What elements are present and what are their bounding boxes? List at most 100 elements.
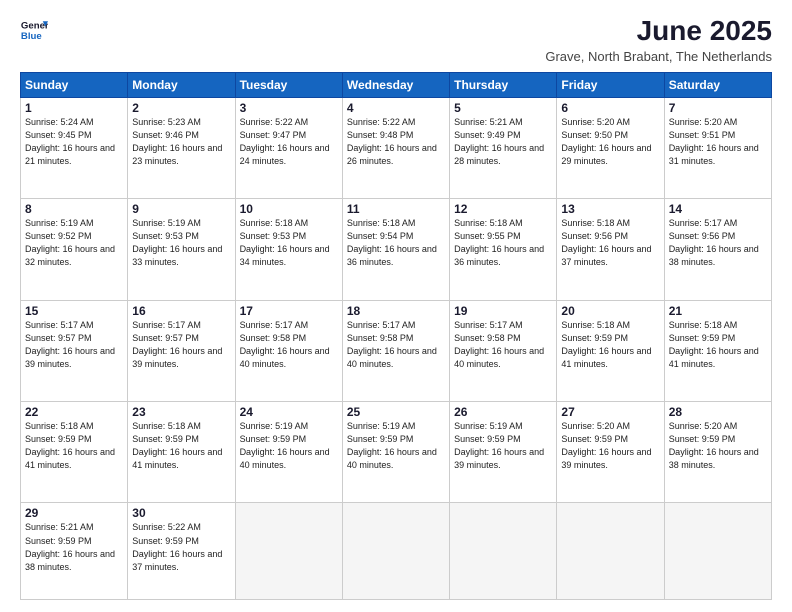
day-number: 25	[347, 405, 445, 419]
day-number: 11	[347, 202, 445, 216]
day-header: Thursday	[450, 72, 557, 97]
day-number: 24	[240, 405, 338, 419]
calendar-day-cell	[342, 503, 449, 600]
calendar-week-row: 29Sunrise: 5:21 AMSunset: 9:59 PMDayligh…	[21, 503, 772, 600]
day-header: Friday	[557, 72, 664, 97]
svg-text:Blue: Blue	[21, 31, 42, 42]
day-number: 1	[25, 101, 123, 115]
calendar-day-cell: 14Sunrise: 5:17 AMSunset: 9:56 PMDayligh…	[664, 199, 771, 300]
day-header: Sunday	[21, 72, 128, 97]
day-info: Sunrise: 5:20 AMSunset: 9:59 PMDaylight:…	[669, 420, 767, 472]
calendar-day-cell: 21Sunrise: 5:18 AMSunset: 9:59 PMDayligh…	[664, 300, 771, 401]
day-number: 4	[347, 101, 445, 115]
day-header: Wednesday	[342, 72, 449, 97]
calendar-day-cell: 1Sunrise: 5:24 AMSunset: 9:45 PMDaylight…	[21, 97, 128, 198]
day-number: 3	[240, 101, 338, 115]
day-info: Sunrise: 5:18 AMSunset: 9:59 PMDaylight:…	[25, 420, 123, 472]
calendar-day-cell: 12Sunrise: 5:18 AMSunset: 9:55 PMDayligh…	[450, 199, 557, 300]
calendar-day-cell: 20Sunrise: 5:18 AMSunset: 9:59 PMDayligh…	[557, 300, 664, 401]
day-number: 21	[669, 304, 767, 318]
day-info: Sunrise: 5:23 AMSunset: 9:46 PMDaylight:…	[132, 116, 230, 168]
day-number: 8	[25, 202, 123, 216]
calendar-day-cell	[557, 503, 664, 600]
day-number: 10	[240, 202, 338, 216]
day-info: Sunrise: 5:19 AMSunset: 9:52 PMDaylight:…	[25, 217, 123, 269]
calendar-day-cell: 22Sunrise: 5:18 AMSunset: 9:59 PMDayligh…	[21, 402, 128, 503]
title-block: June 2025 Grave, North Brabant, The Neth…	[545, 16, 772, 64]
day-number: 23	[132, 405, 230, 419]
day-info: Sunrise: 5:18 AMSunset: 9:59 PMDaylight:…	[132, 420, 230, 472]
calendar-day-cell: 4Sunrise: 5:22 AMSunset: 9:48 PMDaylight…	[342, 97, 449, 198]
calendar-day-cell: 9Sunrise: 5:19 AMSunset: 9:53 PMDaylight…	[128, 199, 235, 300]
calendar-day-cell: 19Sunrise: 5:17 AMSunset: 9:58 PMDayligh…	[450, 300, 557, 401]
day-info: Sunrise: 5:24 AMSunset: 9:45 PMDaylight:…	[25, 116, 123, 168]
page: General Blue June 2025 Grave, North Brab…	[0, 0, 792, 612]
day-info: Sunrise: 5:19 AMSunset: 9:59 PMDaylight:…	[347, 420, 445, 472]
day-info: Sunrise: 5:22 AMSunset: 9:47 PMDaylight:…	[240, 116, 338, 168]
calendar-day-cell: 7Sunrise: 5:20 AMSunset: 9:51 PMDaylight…	[664, 97, 771, 198]
day-info: Sunrise: 5:18 AMSunset: 9:56 PMDaylight:…	[561, 217, 659, 269]
calendar-day-cell: 13Sunrise: 5:18 AMSunset: 9:56 PMDayligh…	[557, 199, 664, 300]
day-info: Sunrise: 5:19 AMSunset: 9:59 PMDaylight:…	[454, 420, 552, 472]
day-info: Sunrise: 5:22 AMSunset: 9:48 PMDaylight:…	[347, 116, 445, 168]
day-info: Sunrise: 5:21 AMSunset: 9:49 PMDaylight:…	[454, 116, 552, 168]
day-number: 30	[132, 506, 230, 520]
logo-icon: General Blue	[20, 16, 48, 44]
day-number: 19	[454, 304, 552, 318]
day-info: Sunrise: 5:22 AMSunset: 9:59 PMDaylight:…	[132, 521, 230, 573]
day-info: Sunrise: 5:18 AMSunset: 9:54 PMDaylight:…	[347, 217, 445, 269]
subtitle: Grave, North Brabant, The Netherlands	[545, 49, 772, 64]
calendar-day-cell: 17Sunrise: 5:17 AMSunset: 9:58 PMDayligh…	[235, 300, 342, 401]
day-number: 9	[132, 202, 230, 216]
day-number: 20	[561, 304, 659, 318]
day-number: 13	[561, 202, 659, 216]
calendar-day-cell: 18Sunrise: 5:17 AMSunset: 9:58 PMDayligh…	[342, 300, 449, 401]
calendar-day-cell: 11Sunrise: 5:18 AMSunset: 9:54 PMDayligh…	[342, 199, 449, 300]
calendar-day-cell: 2Sunrise: 5:23 AMSunset: 9:46 PMDaylight…	[128, 97, 235, 198]
day-number: 16	[132, 304, 230, 318]
day-info: Sunrise: 5:17 AMSunset: 9:57 PMDaylight:…	[25, 319, 123, 371]
calendar-day-cell: 3Sunrise: 5:22 AMSunset: 9:47 PMDaylight…	[235, 97, 342, 198]
day-header: Monday	[128, 72, 235, 97]
day-number: 7	[669, 101, 767, 115]
day-number: 17	[240, 304, 338, 318]
calendar-day-cell: 15Sunrise: 5:17 AMSunset: 9:57 PMDayligh…	[21, 300, 128, 401]
calendar-table: SundayMondayTuesdayWednesdayThursdayFrid…	[20, 72, 772, 600]
day-info: Sunrise: 5:20 AMSunset: 9:50 PMDaylight:…	[561, 116, 659, 168]
calendar-day-cell: 29Sunrise: 5:21 AMSunset: 9:59 PMDayligh…	[21, 503, 128, 600]
day-number: 18	[347, 304, 445, 318]
calendar-day-cell: 30Sunrise: 5:22 AMSunset: 9:59 PMDayligh…	[128, 503, 235, 600]
day-info: Sunrise: 5:17 AMSunset: 9:58 PMDaylight:…	[240, 319, 338, 371]
day-info: Sunrise: 5:19 AMSunset: 9:59 PMDaylight:…	[240, 420, 338, 472]
day-info: Sunrise: 5:17 AMSunset: 9:56 PMDaylight:…	[669, 217, 767, 269]
calendar-day-cell: 6Sunrise: 5:20 AMSunset: 9:50 PMDaylight…	[557, 97, 664, 198]
day-number: 27	[561, 405, 659, 419]
day-info: Sunrise: 5:17 AMSunset: 9:58 PMDaylight:…	[454, 319, 552, 371]
calendar-day-cell: 16Sunrise: 5:17 AMSunset: 9:57 PMDayligh…	[128, 300, 235, 401]
day-info: Sunrise: 5:20 AMSunset: 9:59 PMDaylight:…	[561, 420, 659, 472]
calendar-day-cell: 24Sunrise: 5:19 AMSunset: 9:59 PMDayligh…	[235, 402, 342, 503]
day-info: Sunrise: 5:18 AMSunset: 9:59 PMDaylight:…	[669, 319, 767, 371]
calendar-day-cell	[664, 503, 771, 600]
day-info: Sunrise: 5:17 AMSunset: 9:57 PMDaylight:…	[132, 319, 230, 371]
day-number: 5	[454, 101, 552, 115]
header-row: SundayMondayTuesdayWednesdayThursdayFrid…	[21, 72, 772, 97]
calendar-day-cell	[235, 503, 342, 600]
day-number: 26	[454, 405, 552, 419]
calendar-day-cell: 26Sunrise: 5:19 AMSunset: 9:59 PMDayligh…	[450, 402, 557, 503]
day-info: Sunrise: 5:18 AMSunset: 9:53 PMDaylight:…	[240, 217, 338, 269]
calendar-day-cell	[450, 503, 557, 600]
day-info: Sunrise: 5:18 AMSunset: 9:55 PMDaylight:…	[454, 217, 552, 269]
calendar-day-cell: 25Sunrise: 5:19 AMSunset: 9:59 PMDayligh…	[342, 402, 449, 503]
calendar-week-row: 15Sunrise: 5:17 AMSunset: 9:57 PMDayligh…	[21, 300, 772, 401]
calendar-week-row: 22Sunrise: 5:18 AMSunset: 9:59 PMDayligh…	[21, 402, 772, 503]
day-info: Sunrise: 5:21 AMSunset: 9:59 PMDaylight:…	[25, 521, 123, 573]
header: General Blue June 2025 Grave, North Brab…	[20, 16, 772, 64]
calendar-day-cell: 28Sunrise: 5:20 AMSunset: 9:59 PMDayligh…	[664, 402, 771, 503]
day-info: Sunrise: 5:20 AMSunset: 9:51 PMDaylight:…	[669, 116, 767, 168]
calendar-day-cell: 8Sunrise: 5:19 AMSunset: 9:52 PMDaylight…	[21, 199, 128, 300]
day-number: 15	[25, 304, 123, 318]
calendar-week-row: 8Sunrise: 5:19 AMSunset: 9:52 PMDaylight…	[21, 199, 772, 300]
day-header: Saturday	[664, 72, 771, 97]
calendar-day-cell: 23Sunrise: 5:18 AMSunset: 9:59 PMDayligh…	[128, 402, 235, 503]
